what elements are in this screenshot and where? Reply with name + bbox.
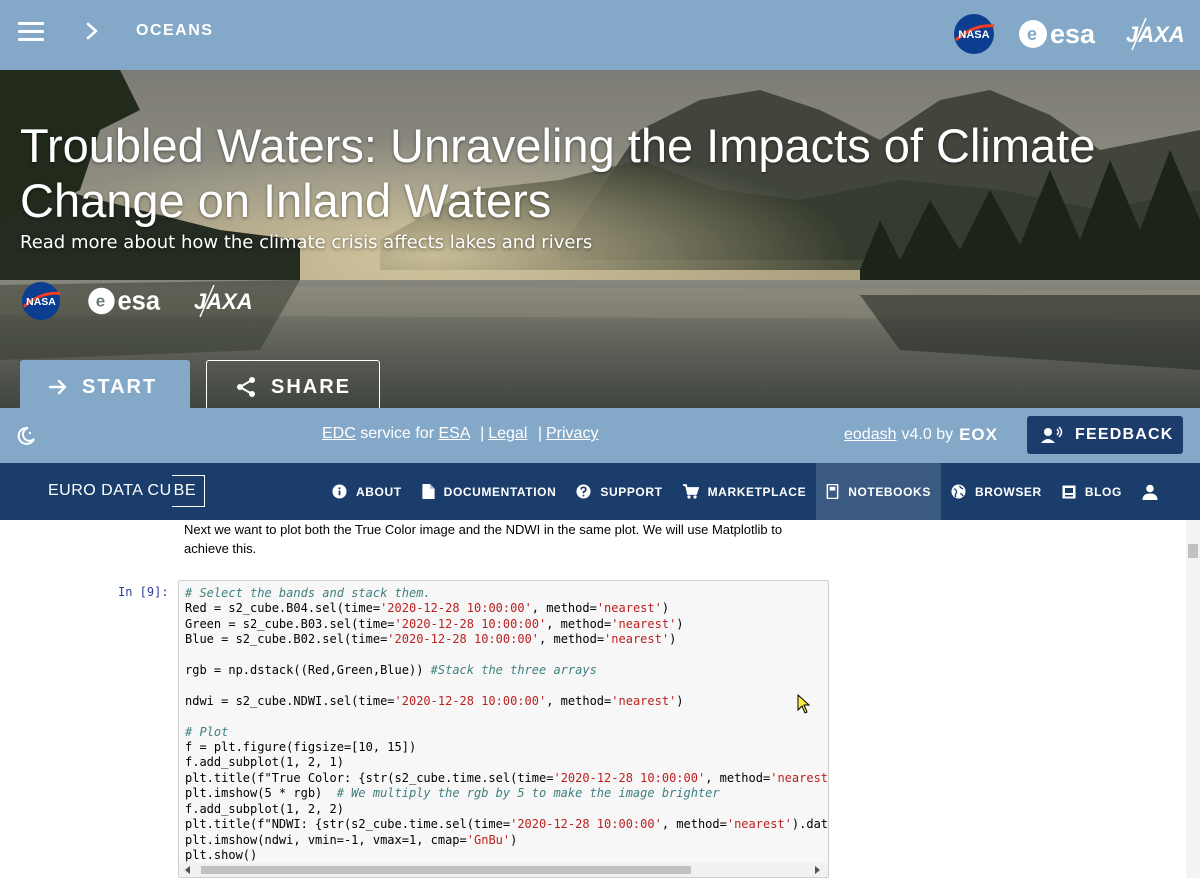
nav-label: BLOG <box>1084 484 1122 499</box>
feedback-label: FEEDBACK <box>1075 426 1174 443</box>
code-line: f.add_subplot(1, 2, 1) <box>185 755 344 770</box>
scroll-left-arrow-icon[interactable] <box>185 866 190 874</box>
code-line: plt.title(f"NDWI: {str(s2_cube.time.sel(… <box>185 817 829 832</box>
code-line: plt.imshow(5 * rgb) # We multiply the rg… <box>185 786 720 801</box>
svg-text:esa: esa <box>1050 19 1096 49</box>
edc-link[interactable]: EDC <box>322 425 356 442</box>
code-line: ndwi = s2_cube.NDWI.sel(time='2020-12-28… <box>185 693 684 708</box>
esa-logo: e esa <box>1019 19 1096 49</box>
hero-partner-logos: NASA e esa JAXA <box>20 280 252 322</box>
nav-label: DOCUMENTATION <box>443 484 557 499</box>
hero-banner: Troubled Waters: Unraveling the Impacts … <box>0 70 1200 408</box>
code-line: Blue = s2_cube.B02.sel(time='2020-12-28 … <box>185 632 677 647</box>
nasa-logo: NASA <box>954 14 995 54</box>
share-button[interactable]: SHARE <box>206 360 380 408</box>
footer-bar: EDC service for ESA | Legal | Privacy eoda… <box>0 408 1200 463</box>
nasa-logo: NASA <box>21 281 61 321</box>
notebook-panel: Next we want to plot both the True Color… <box>0 520 1186 878</box>
nav-browser[interactable]: BROWSER <box>941 463 1052 520</box>
svg-text:e: e <box>96 292 105 311</box>
help-icon <box>576 484 591 499</box>
theme-toggle-icon[interactable] <box>16 426 36 446</box>
nav-blog[interactable]: BLOG <box>1052 463 1132 520</box>
svg-text:NASA: NASA <box>958 29 989 41</box>
breadcrumb[interactable]: OCEANS <box>136 22 213 40</box>
scrollbar-thumb[interactable] <box>201 866 691 874</box>
mouse-cursor-icon <box>797 694 811 714</box>
code-cell[interactable]: # Select the bands and stack them. Red =… <box>178 580 829 878</box>
story-subtitle: Read more about how the climate crisis a… <box>20 232 593 253</box>
nav-notebooks[interactable]: NOTEBOOKS <box>816 463 941 520</box>
code-line: Red = s2_cube.B04.sel(time='2020-12-28 1… <box>185 601 670 616</box>
cell-prompt: In [9]: <box>118 585 169 599</box>
feedback-icon <box>1041 426 1063 443</box>
blog-icon <box>1062 485 1076 498</box>
cart-icon <box>682 484 699 499</box>
logo-text-part2: BE <box>171 475 205 507</box>
markdown-cell: Next we want to plot both the True Color… <box>184 522 783 556</box>
start-label: START <box>82 375 158 398</box>
edc-nav-items: ABOUT DOCUMENTATION SUPPORT MARKETPLACE … <box>322 463 1177 520</box>
code-line: plt.imshow(ndwi, vmin=-1, vmax=1, cmap='… <box>185 832 518 847</box>
nav-support[interactable]: SUPPORT <box>566 463 672 520</box>
notebook-icon <box>826 484 839 499</box>
globe-icon <box>951 484 966 499</box>
code-line: plt.title(f"True Color: {str(s2_cube.tim… <box>185 770 829 785</box>
separator: | <box>537 425 542 442</box>
svg-text:esa: esa <box>118 288 161 316</box>
horizontal-scrollbar[interactable] <box>179 863 828 877</box>
story-title: Troubled Waters: Unraveling the Impacts … <box>20 119 1096 227</box>
code-line: # Plot <box>185 724 229 739</box>
privacy-link[interactable]: Privacy <box>546 425 598 442</box>
menu-icon[interactable] <box>18 22 44 42</box>
logo-text-part1: EURO DATA CU <box>48 482 172 499</box>
top-app-bar: OCEANS NASA e esa JAXA <box>0 0 1200 70</box>
euro-data-cube-logo[interactable]: EURO DATA CU BE <box>48 475 205 507</box>
jaxa-logo: JAXA <box>1126 17 1184 51</box>
feedback-button[interactable]: FEEDBACK <box>1027 416 1183 454</box>
scrollbar-thumb[interactable] <box>1188 544 1198 558</box>
nav-marketplace[interactable]: MARKETPLACE <box>673 463 817 520</box>
eodash-link[interactable]: eodash <box>844 426 897 444</box>
vertical-scrollbar[interactable] <box>1186 520 1200 878</box>
esa-logo: e esa <box>88 288 161 316</box>
nav-label: BROWSER <box>974 484 1042 499</box>
eox-logo[interactable]: EOX <box>959 425 998 445</box>
nav-label: NOTEBOOKS <box>848 484 931 499</box>
nav-documentation[interactable]: DOCUMENTATION <box>412 463 567 520</box>
svg-text:NASA: NASA <box>26 296 56 308</box>
share-icon <box>237 377 255 397</box>
partner-logos: NASA e esa JAXA <box>952 8 1184 60</box>
esa-link[interactable]: ESA <box>438 425 469 442</box>
footer-links: EDC service for ESA | Legal | Privacy <box>322 425 598 443</box>
jaxa-logo: JAXA <box>194 284 252 318</box>
code-line: f = plt.figure(figsize=[10, 15]) <box>185 740 417 755</box>
edc-navbar: EURO DATA CU BE ABOUT DOCUMENTATION SUPPO… <box>0 463 1200 520</box>
service-for-text: service for <box>360 425 435 442</box>
version-text: v4.0 by <box>901 426 954 443</box>
start-button[interactable]: START <box>20 360 190 408</box>
user-icon <box>1142 484 1158 500</box>
info-icon <box>332 484 347 499</box>
code-line: # Select the bands and stack them. <box>185 586 431 600</box>
code-line: rgb = np.dstack((Red,Green,Blue)) #Stack… <box>185 663 597 678</box>
code-line: plt.show() <box>185 847 258 862</box>
nav-label: SUPPORT <box>600 484 663 499</box>
legal-link[interactable]: Legal <box>488 425 527 442</box>
separator: | <box>480 425 485 442</box>
eodash-credit: eodash v4.0 by EOX <box>844 425 998 445</box>
scroll-right-arrow-icon[interactable] <box>815 866 820 874</box>
code-line: f.add_subplot(1, 2, 2) <box>185 801 344 816</box>
share-label: SHARE <box>271 375 352 398</box>
arrow-right-icon <box>48 379 67 395</box>
nav-about[interactable]: ABOUT <box>322 463 412 520</box>
document-icon <box>422 484 435 499</box>
code-editor[interactable]: # Select the bands and stack them. Red =… <box>185 586 829 863</box>
code-line: Green = s2_cube.B03.sel(time='2020-12-28… <box>185 616 684 631</box>
svg-text:e: e <box>1027 24 1037 44</box>
nav-label: MARKETPLACE <box>707 484 807 499</box>
chevron-right-icon <box>86 22 98 40</box>
user-account-button[interactable] <box>1132 463 1177 520</box>
nav-label: ABOUT <box>356 484 402 499</box>
